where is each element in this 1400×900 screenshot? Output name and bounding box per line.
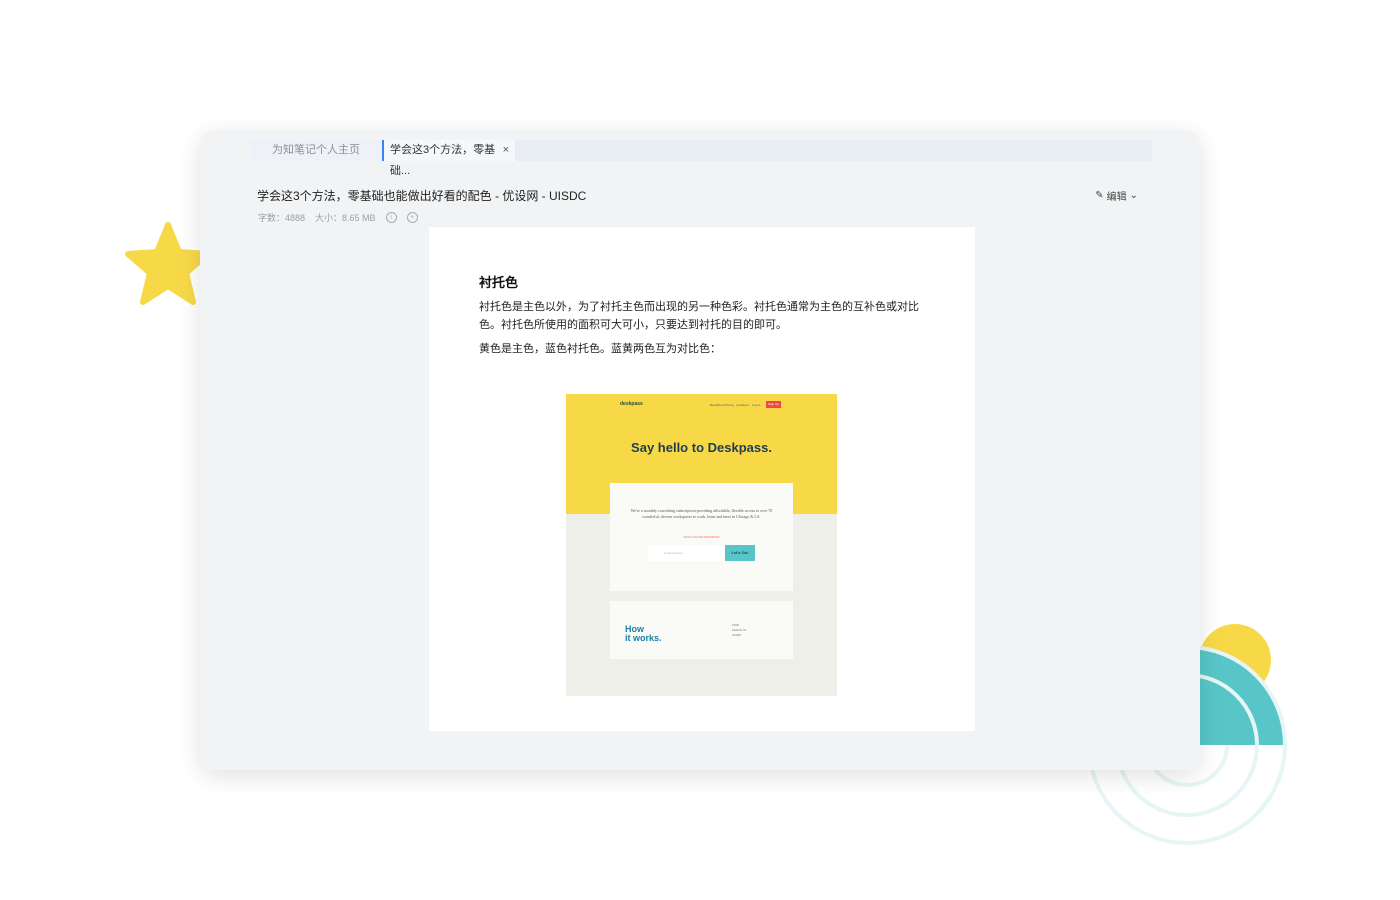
nav-link: Log In xyxy=(752,403,760,407)
info-icon[interactable]: i xyxy=(386,212,397,223)
how-card: Howit works. FIND CHECK IN WORK xyxy=(610,601,793,659)
step: WORK xyxy=(732,633,746,638)
section-heading: 衬托色 xyxy=(479,272,518,291)
edit-button[interactable]: ✎ 编辑 ⌄ xyxy=(1095,188,1138,203)
signup-card: We're a monthly coworking subscription p… xyxy=(610,483,793,591)
word-count: 字数：4888 xyxy=(258,211,305,224)
edit-label: 编辑 xyxy=(1107,188,1127,203)
tab-label: 学会这3个方法，零基础... xyxy=(390,144,495,177)
signup-button: Sign Up xyxy=(766,401,781,408)
edit-icon: ✎ xyxy=(1095,190,1103,201)
paragraph: 衬托色是主色以外，为了衬托主色而出现的另一种色彩。衬托色通常为主色的互补色或对比… xyxy=(479,298,919,334)
deskpass-logo: deskpass xyxy=(620,401,643,407)
cta-button: Let's Go! xyxy=(725,545,755,561)
plus-icon[interactable]: + xyxy=(407,212,418,223)
chevron-down-icon: ⌄ xyxy=(1130,190,1138,201)
note-window: 为知笔记个人主页 学会这3个方法，零基础... × 学会这3个方法，零基础也能做… xyxy=(200,130,1200,770)
tab-bar: 为知笔记个人主页 学会这3个方法，零基础... × xyxy=(250,140,1152,161)
nav-link: Benefits & Pricing xyxy=(710,403,734,407)
tab-article[interactable]: 学会这3个方法，零基础... × xyxy=(382,140,515,161)
hero-headline: Say hello to Deskpass. xyxy=(566,440,837,455)
how-title: it works. xyxy=(625,633,662,643)
email-input: Email Address xyxy=(648,545,724,561)
paragraph: 黄色是主色，蓝色衬托色。蓝黄两色互为对比色： xyxy=(479,340,919,358)
document-meta: 字数：4888 大小：8.65 MB i + xyxy=(258,211,418,224)
signup-caption: SIGN UP FOR DESKPASS xyxy=(610,535,793,539)
file-size: 大小：8.65 MB xyxy=(315,211,376,224)
embedded-screenshot: deskpass Benefits & Pricing Locations Lo… xyxy=(566,394,837,696)
hero-description: We're a monthly coworking subscription p… xyxy=(624,508,779,520)
nav-link: Locations xyxy=(736,403,749,407)
close-icon[interactable]: × xyxy=(503,140,509,161)
document-body: 衬托色 衬托色是主色以外，为了衬托主色而出现的另一种色彩。衬托色通常为主色的互补… xyxy=(429,227,975,731)
tab-home[interactable]: 为知笔记个人主页 xyxy=(250,140,382,161)
document-title: 学会这3个方法，零基础也能做出好看的配色 - 优设网 - UISDC xyxy=(257,187,586,204)
